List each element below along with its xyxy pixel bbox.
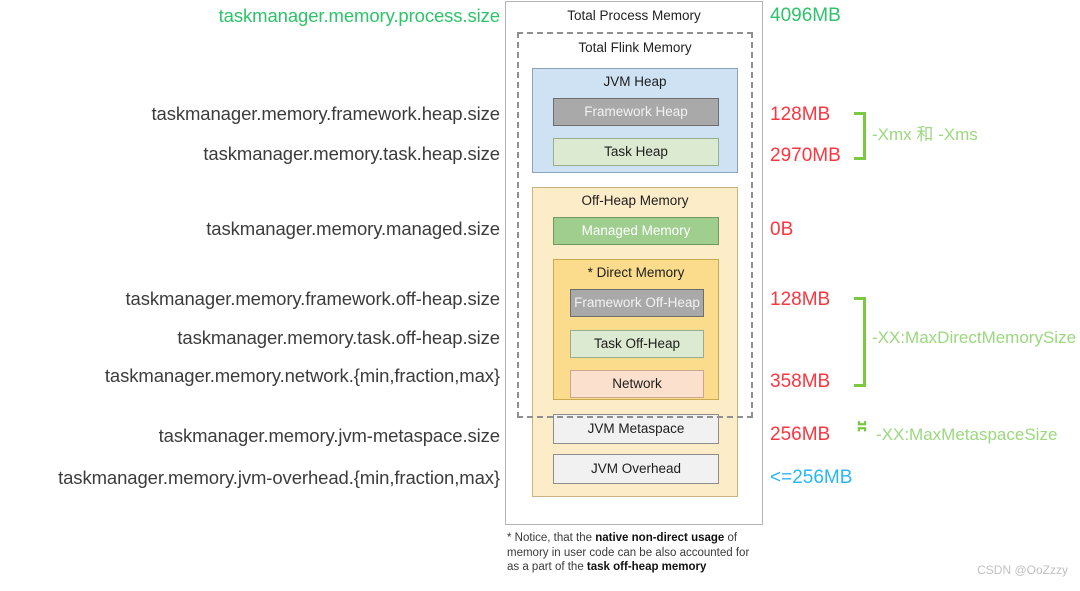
- value-managed-memory: 0B: [770, 219, 794, 240]
- framework-off-heap-box: Framework Off-Heap: [570, 289, 704, 317]
- value-jvm-overhead: <=256MB: [770, 467, 853, 488]
- watermark: CSDN @OoZzzy: [977, 563, 1068, 577]
- values-column: 4096MB 128MB 2970MB -Xmx 和 -Xms 0B 128MB…: [770, 0, 1080, 591]
- value-process-size: 4096MB: [770, 5, 841, 26]
- total-process-memory-title: Total Process Memory: [567, 8, 701, 23]
- jvm-overhead-box: JVM Overhead: [553, 454, 719, 484]
- flag-xmx-xms: -Xmx 和 -Xms: [872, 125, 978, 144]
- config-key-column: taskmanager.memory.process.size taskmana…: [0, 0, 500, 591]
- off-heap-memory-region: Off-Heap Memory Managed Memory * Direct …: [532, 187, 738, 497]
- value-framework-heap: 128MB: [770, 104, 831, 125]
- memory-model-diagram: Total Process Memory Total Flink Memory …: [505, 1, 763, 525]
- jvm-metaspace-box: JVM Metaspace: [553, 414, 719, 444]
- config-key-process-size: taskmanager.memory.process.size: [218, 5, 500, 26]
- jvm-heap-region: JVM Heap Framework Heap Task Heap: [532, 68, 738, 173]
- bracket-metaspace: ⎶: [858, 418, 866, 440]
- config-key-jvm-overhead-range: taskmanager.memory.jvm-overhead.{min,fra…: [58, 467, 500, 488]
- config-key-framework-heap-size: taskmanager.memory.framework.heap.size: [151, 103, 500, 124]
- jvm-heap-title: JVM Heap: [603, 74, 667, 89]
- task-off-heap-box: Task Off-Heap: [570, 330, 704, 358]
- value-network: 358MB: [770, 371, 831, 392]
- flag-maxdirectmemorysize: -XX:MaxDirectMemorySize: [872, 328, 1077, 347]
- network-box: Network: [570, 370, 704, 398]
- task-heap-box: Task Heap: [553, 138, 719, 166]
- value-framework-off-heap: 128MB: [770, 289, 831, 310]
- bracket-direct: [854, 297, 866, 387]
- managed-memory-box: Managed Memory: [553, 217, 719, 245]
- footnote-prefix: * Notice, that the: [507, 532, 596, 544]
- total-flink-memory-title: Total Flink Memory: [578, 40, 692, 55]
- direct-memory-region: * Direct Memory Framework Off-Heap Task …: [553, 259, 719, 400]
- config-key-jvm-metaspace-size: taskmanager.memory.jvm-metaspace.size: [158, 425, 501, 446]
- value-jvm-metaspace: 256MB: [770, 424, 831, 445]
- footnote-bold-taskoffheap: task off-heap memory: [586, 561, 707, 573]
- framework-heap-box: Framework Heap: [553, 98, 719, 126]
- flag-maxmetaspacesize: -XX:MaxMetaspaceSize: [876, 425, 1058, 444]
- config-key-task-off-heap-size: taskmanager.memory.task.off-heap.size: [177, 327, 500, 348]
- config-key-managed-size: taskmanager.memory.managed.size: [206, 218, 500, 239]
- footnote: * Notice, that the native non-direct usa…: [507, 531, 757, 575]
- off-heap-memory-title: Off-Heap Memory: [581, 193, 689, 208]
- direct-memory-title: * Direct Memory: [587, 265, 685, 280]
- bracket-heap: [854, 112, 866, 160]
- config-key-task-heap-size: taskmanager.memory.task.heap.size: [203, 143, 500, 164]
- config-key-framework-off-heap-size: taskmanager.memory.framework.off-heap.si…: [125, 288, 500, 309]
- value-task-heap: 2970MB: [770, 145, 841, 166]
- footnote-bold-native: native non-direct usage: [595, 532, 725, 544]
- config-key-network-range: taskmanager.memory.network.{min,fraction…: [104, 365, 500, 386]
